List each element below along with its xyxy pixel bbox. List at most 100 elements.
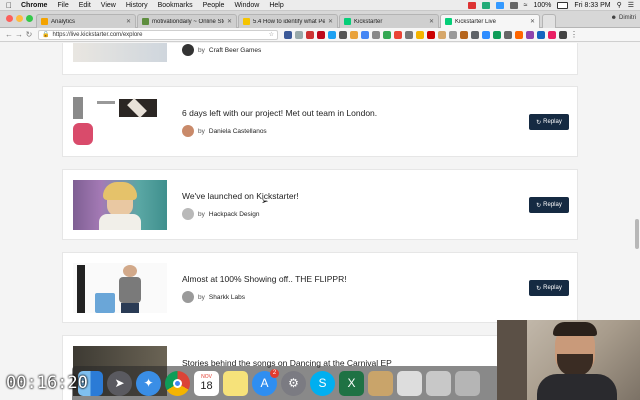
tab-kickstarter[interactable]: Kickstarter ✕: [339, 14, 439, 28]
replay-button[interactable]: ↻ Replay: [529, 197, 569, 213]
creator-avatar[interactable]: [182, 208, 194, 220]
creator-name[interactable]: Daniela Castellanos: [209, 128, 267, 135]
menu-bookmarks[interactable]: Bookmarks: [158, 2, 193, 9]
extension-icon[interactable]: [471, 30, 479, 39]
excel-icon[interactable]: X: [339, 370, 364, 396]
menu-history[interactable]: History: [126, 2, 148, 9]
battery-percent[interactable]: 100%: [533, 2, 551, 9]
menu-chrome[interactable]: Chrome: [21, 2, 47, 9]
extension-icon[interactable]: [339, 30, 347, 39]
tab-analytics[interactable]: Analytics ✕: [36, 14, 136, 28]
extension-icon[interactable]: [361, 30, 369, 39]
forward-arrow-icon[interactable]: →: [14, 30, 24, 39]
extension-icon[interactable]: [526, 30, 534, 39]
wifi-icon[interactable]: ≈: [524, 2, 528, 9]
menu-view[interactable]: View: [101, 2, 116, 9]
stream-thumbnail[interactable]: [73, 43, 167, 62]
reload-icon[interactable]: ↻: [24, 30, 34, 39]
creator-name[interactable]: Hackpack Design: [209, 211, 260, 218]
evernote-icon[interactable]: [481, 1, 490, 9]
replay-button[interactable]: ↻ Replay: [529, 114, 569, 130]
profile-name: Dimitri: [619, 15, 636, 21]
creator-avatar[interactable]: [182, 44, 194, 56]
creator-name[interactable]: Sharkk Labs: [209, 294, 245, 301]
close-window-button[interactable]: [6, 15, 13, 22]
extension-icon[interactable]: [383, 30, 391, 39]
system-preferences-gear-icon[interactable]: ⚙: [281, 370, 306, 396]
extension-icon[interactable]: [493, 30, 501, 39]
extension-icon[interactable]: [438, 30, 446, 39]
menu-file[interactable]: File: [57, 2, 68, 9]
tab-online-store[interactable]: motivationdaily ~ Online Store ✕: [137, 14, 237, 28]
menu-edit[interactable]: Edit: [79, 2, 91, 9]
close-tab-icon[interactable]: ✕: [530, 18, 535, 25]
app-store-icon[interactable]: A 2: [252, 368, 279, 396]
menu-people[interactable]: People: [203, 2, 225, 9]
back-arrow-icon[interactable]: ←: [4, 30, 14, 39]
battery-icon[interactable]: [557, 1, 569, 9]
close-tab-icon[interactable]: ✕: [126, 18, 131, 25]
extension-icon[interactable]: [504, 30, 512, 39]
bookmark-star-icon[interactable]: ☆: [269, 31, 274, 38]
creator-name[interactable]: Craft Beer Games: [209, 47, 261, 54]
menu-window[interactable]: Window: [234, 2, 259, 9]
extension-icon[interactable]: [482, 30, 490, 39]
extension-icon[interactable]: [416, 30, 424, 39]
minimize-window-button[interactable]: [16, 15, 23, 22]
pinterest-icon[interactable]: [317, 30, 325, 39]
profile-button[interactable]: ☻ Dimitri: [611, 15, 636, 21]
stream-thumbnail[interactable]: [73, 97, 167, 147]
extension-icon[interactable]: [537, 30, 545, 39]
archive-utility-icon[interactable]: [368, 370, 393, 396]
launchpad-icon[interactable]: ➤: [107, 370, 132, 396]
stream-title[interactable]: 6 days left with our project! Met out te…: [182, 108, 377, 118]
spotlight-search-icon[interactable]: ⚲: [617, 1, 622, 9]
tab-kickstarter-live[interactable]: Kickstarter Live ✕: [440, 14, 540, 28]
menu-help[interactable]: Help: [269, 2, 283, 9]
stream-title[interactable]: Almost at 100% Showing off.. THE FLIPPR!: [182, 274, 347, 284]
extension-icon[interactable]: [284, 30, 292, 39]
notes-icon[interactable]: [223, 370, 248, 396]
creator-avatar[interactable]: [182, 125, 194, 137]
page-scrollbar[interactable]: [635, 219, 639, 249]
extension-icon[interactable]: [559, 30, 567, 39]
safari-icon[interactable]: ✦: [136, 370, 161, 396]
document-icon[interactable]: [455, 370, 480, 396]
notification-center-icon[interactable]: ☰: [628, 1, 634, 9]
extension-icon[interactable]: [328, 30, 336, 39]
extension-icon[interactable]: [394, 30, 402, 39]
extension-icon[interactable]: [405, 30, 413, 39]
extension-icon[interactable]: [372, 30, 380, 39]
record-status-icon[interactable]: [467, 1, 476, 9]
close-tab-icon[interactable]: ✕: [429, 18, 434, 25]
tab-course-lesson[interactable]: 5.4 How to identify what Peop ✕: [238, 14, 338, 28]
extension-icon[interactable]: [306, 30, 314, 39]
extension-icon[interactable]: [449, 30, 457, 39]
maximize-window-button[interactable]: [26, 15, 33, 22]
extension-icon[interactable]: [350, 30, 358, 39]
chrome-menu-icon[interactable]: ⋮: [570, 30, 578, 39]
close-tab-icon[interactable]: ✕: [227, 18, 232, 25]
skype-icon[interactable]: S: [310, 370, 335, 396]
extension-icon[interactable]: [515, 30, 523, 39]
address-bar[interactable]: 🔒 https://live.kickstarter.com/explore ☆: [38, 29, 278, 40]
chrome-icon[interactable]: [165, 370, 190, 396]
stream-title[interactable]: We've launched on Kickstarter!: [182, 191, 299, 201]
dropbox-icon[interactable]: [495, 1, 504, 9]
new-tab-button[interactable]: [542, 14, 556, 28]
close-tab-icon[interactable]: ✕: [328, 18, 333, 25]
replay-button[interactable]: ↻ Replay: [529, 280, 569, 296]
airplay-icon[interactable]: [509, 1, 518, 9]
extension-icon[interactable]: [460, 30, 468, 39]
document-icon[interactable]: [426, 370, 451, 396]
extension-icon[interactable]: [427, 30, 435, 39]
creator-avatar[interactable]: [182, 291, 194, 303]
stream-thumbnail[interactable]: [73, 263, 167, 313]
extension-icon[interactable]: [548, 30, 556, 39]
stream-thumbnail[interactable]: [73, 180, 167, 230]
clock[interactable]: Fri 8:33 PM: [574, 2, 610, 9]
extension-icon[interactable]: [295, 30, 303, 39]
preview-icon[interactable]: [397, 370, 422, 396]
apple-menu-icon[interactable]: : [6, 1, 12, 10]
calendar-icon[interactable]: NOV 18: [194, 370, 219, 396]
